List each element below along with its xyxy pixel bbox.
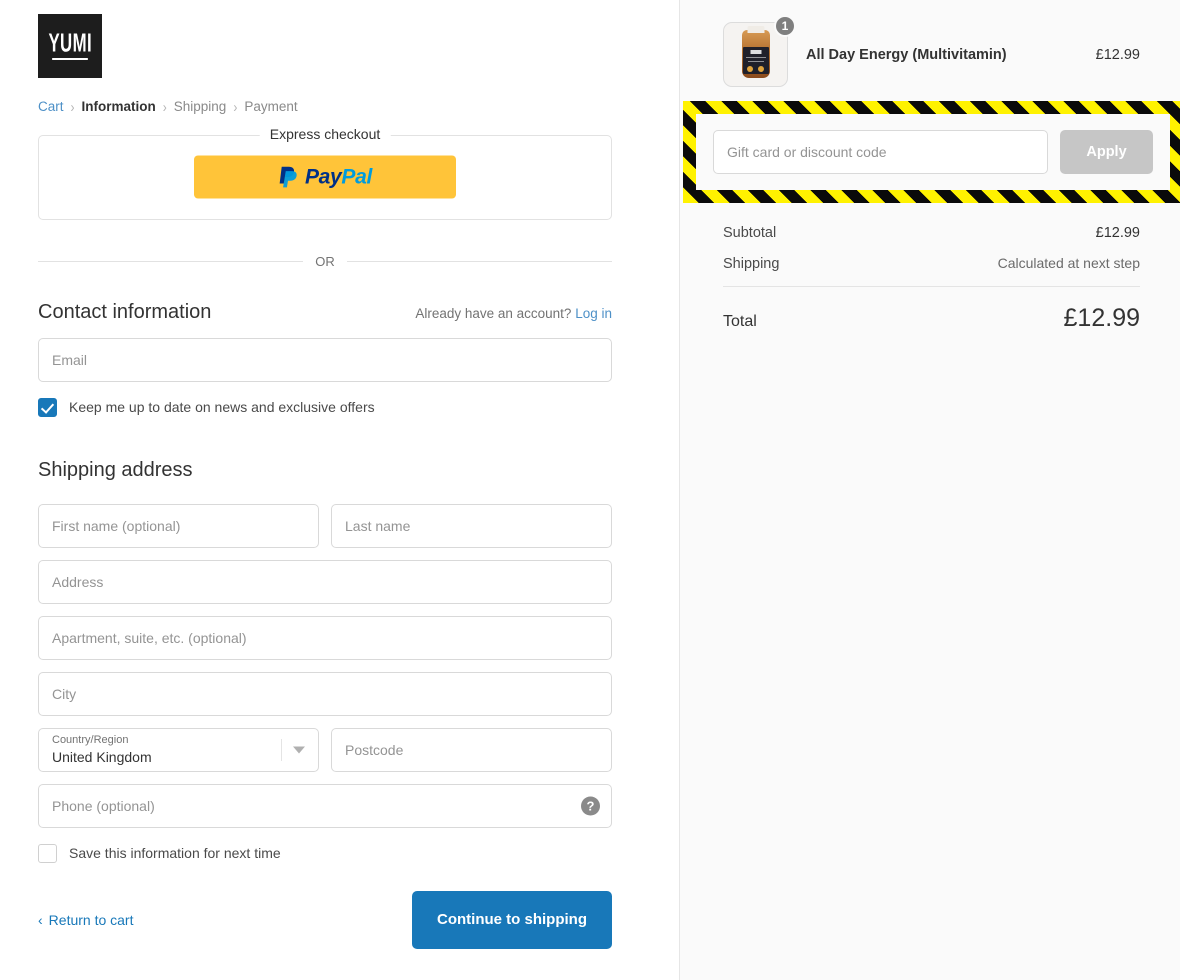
or-divider: OR [38, 254, 612, 269]
brand-logo-underline [52, 57, 88, 60]
save-info-label: Save this information for next time [69, 845, 281, 861]
newsletter-label: Keep me up to date on news and exclusive… [69, 399, 375, 415]
help-icon[interactable]: ? [581, 796, 600, 815]
product-bottle-icon [741, 30, 770, 78]
subtotal-value: £12.99 [1095, 225, 1140, 241]
breadcrumb-separator: › [233, 98, 238, 116]
grand-total-label: Total [723, 313, 757, 330]
breadcrumb: Cart › Information › Shipping › Payment [38, 98, 612, 116]
return-to-cart-link[interactable]: ‹ Return to cart [38, 912, 134, 928]
line-item-name: All Day Energy (Multivitamin) [806, 46, 1007, 63]
contact-information-header: Contact information Already have an acco… [38, 301, 612, 324]
login-link[interactable]: Log in [575, 306, 612, 321]
shipping-label: Shipping [723, 256, 780, 272]
checkout-footer: ‹ Return to cart Continue to shipping [38, 890, 612, 949]
login-prompt: Already have an account? Log in [415, 306, 612, 321]
paypal-logo: Pay Pal [278, 165, 372, 189]
grand-total-value: £12.99 [1063, 304, 1140, 332]
apply-discount-button[interactable]: Apply [1060, 130, 1153, 174]
brand-logo-text: YUMI [48, 28, 92, 58]
first-name-input[interactable] [38, 503, 319, 548]
or-divider-text: OR [315, 253, 335, 269]
or-divider-line-left [38, 260, 304, 262]
breadcrumb-item-information[interactable]: Information [82, 100, 156, 114]
address-input[interactable] [38, 559, 612, 604]
checkout-page: YUMI Cart › Information › Shipping › Pay… [0, 0, 1180, 980]
express-checkout-title: Express checkout [259, 125, 391, 142]
quantity-badge: 1 [774, 15, 796, 37]
country-region-value: United Kingdom [52, 748, 152, 765]
discount-code-row: Apply [696, 114, 1170, 190]
breadcrumb-separator: › [162, 98, 167, 116]
country-region-label: Country/Region [52, 733, 129, 746]
shipping-address-header: Shipping address [38, 459, 612, 482]
or-divider-line-right [346, 260, 612, 262]
apartment-input[interactable] [38, 615, 612, 660]
newsletter-row: Keep me up to date on news and exclusive… [38, 397, 612, 417]
chevron-down-icon [293, 746, 305, 753]
postcode-input[interactable] [331, 727, 612, 772]
product-bottle-cap [747, 26, 764, 33]
breadcrumb-item-cart[interactable]: Cart [38, 100, 64, 114]
subtotal-row: Subtotal £12.99 [723, 225, 1140, 241]
product-bottle-brand-mark [750, 50, 761, 54]
continue-to-shipping-button[interactable]: Continue to shipping [412, 890, 612, 949]
paypal-button[interactable]: Pay Pal [194, 155, 456, 199]
totals-divider [723, 286, 1140, 287]
discount-code-input[interactable] [713, 130, 1048, 174]
shipping-address-title: Shipping address [38, 458, 193, 481]
contact-information-title: Contact information [38, 300, 212, 323]
order-totals: Subtotal £12.99 Shipping Calculated at n… [723, 203, 1140, 333]
newsletter-checkbox[interactable] [38, 397, 57, 417]
brand-logo[interactable]: YUMI [38, 14, 102, 78]
save-info-row: Save this information for next time [38, 843, 612, 863]
email-input[interactable] [38, 337, 612, 382]
line-item-price: £12.99 [1095, 46, 1140, 63]
order-line-item: 1 All Day Energy (Multivitamin) £12.99 [723, 15, 1140, 87]
breadcrumb-item-payment: Payment [244, 99, 298, 114]
phone-input[interactable] [38, 783, 612, 828]
express-checkout-section: Express checkout Pay Pal [38, 125, 612, 220]
grand-total-row: Total £12.99 [723, 304, 1140, 333]
order-summary-sidebar: 1 All Day Energy (Multivitamin) £12.99 A… [679, 0, 1180, 980]
shipping-row: Shipping Calculated at next step [723, 255, 1140, 272]
product-thumbnail-wrapper: 1 [723, 15, 796, 87]
paypal-monogram-icon [279, 166, 297, 187]
paypal-pay-text: Pay [304, 165, 342, 188]
subtotal-label: Subtotal [723, 225, 777, 241]
country-region-select[interactable]: Country/Region United Kingdom [38, 727, 319, 772]
shipping-value: Calculated at next step [997, 255, 1140, 271]
city-input[interactable] [38, 671, 612, 716]
return-to-cart-label: Return to cart [48, 911, 134, 928]
select-divider [281, 738, 282, 761]
chevron-left-icon: ‹ [38, 911, 43, 928]
product-bottle-label [742, 47, 769, 74]
phone-field-wrapper: ? [38, 783, 612, 828]
login-prompt-text: Already have an account? [415, 305, 572, 321]
breadcrumb-separator: › [70, 98, 75, 116]
save-info-checkbox[interactable] [38, 843, 57, 863]
last-name-input[interactable] [331, 503, 612, 548]
discount-code-highlight: Apply [683, 101, 1180, 203]
paypal-pal-text: Pal [341, 165, 373, 188]
checkout-main-column: YUMI Cart › Information › Shipping › Pay… [0, 0, 679, 980]
breadcrumb-item-shipping: Shipping [173, 99, 227, 114]
